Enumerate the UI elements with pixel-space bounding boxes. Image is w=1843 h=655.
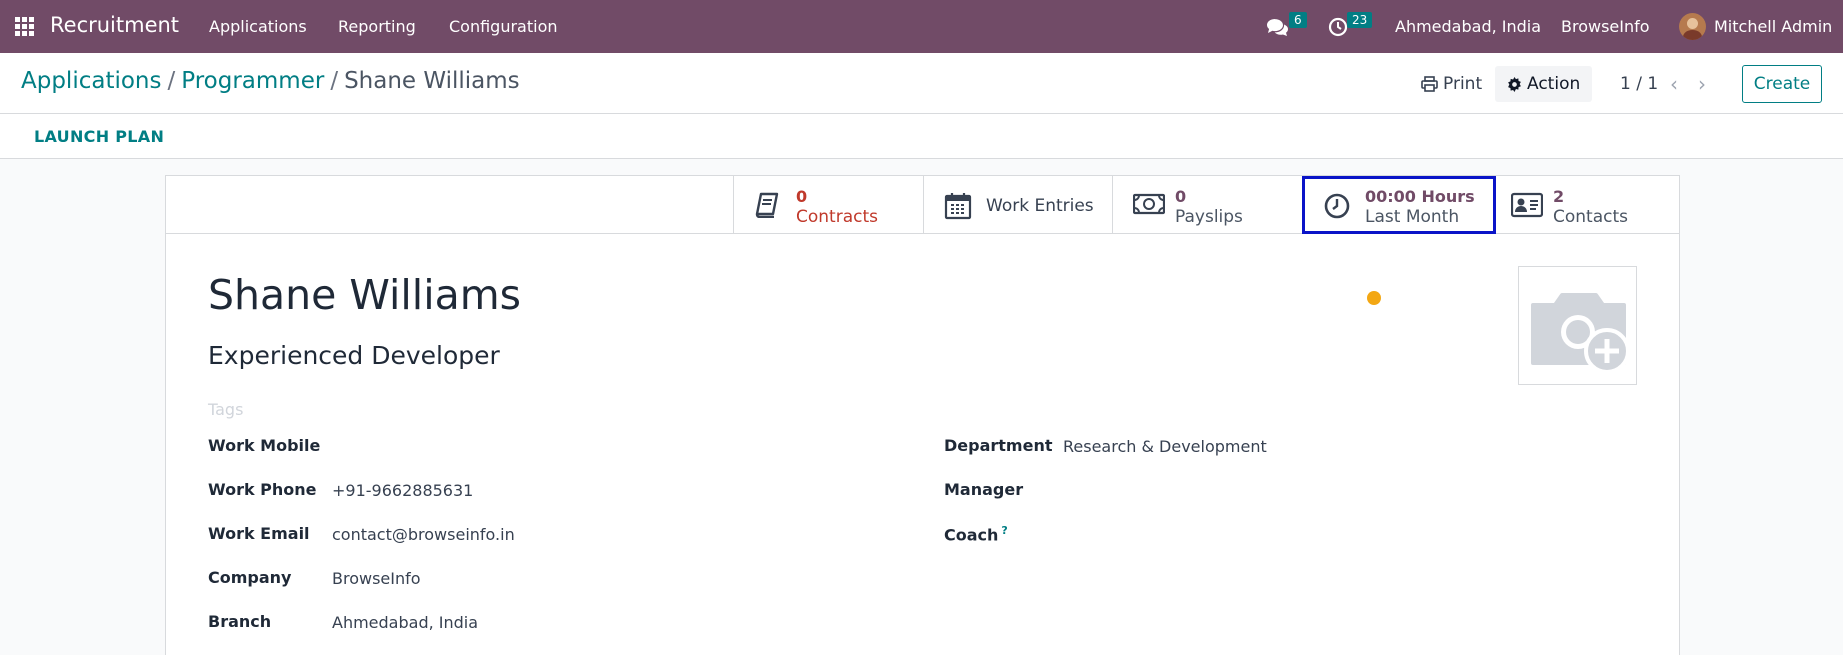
pager-next-icon[interactable]: ›: [1698, 72, 1706, 96]
contracts-smart-button[interactable]: 0 Contracts: [733, 176, 923, 234]
payslips-count: 0: [1175, 187, 1187, 206]
contacts-count: 2: [1553, 187, 1565, 206]
employee-name[interactable]: Shane Williams: [208, 271, 521, 319]
action-button[interactable]: Action: [1495, 66, 1593, 102]
activity-clock-icon[interactable]: [1328, 17, 1348, 41]
coach-label: Coach?: [944, 524, 1008, 544]
tags-input[interactable]: Tags: [208, 400, 243, 419]
hours-last-month-smart-button[interactable]: 00:00 Hours Last Month: [1302, 176, 1496, 234]
top-navbar: Recruitment Applications Reporting Confi…: [0, 0, 1843, 53]
work-entries-smart-button[interactable]: Work Entries: [923, 176, 1112, 234]
contacts-smart-button[interactable]: 2 Contacts: [1496, 176, 1679, 234]
address-card-icon: [1510, 192, 1544, 218]
department-field[interactable]: Research & Development: [1063, 437, 1267, 456]
branch-field[interactable]: Ahmedabad, India: [332, 613, 478, 632]
work-mobile-label: Work Mobile: [208, 436, 321, 455]
menu-reporting[interactable]: Reporting: [338, 17, 416, 36]
hours-label: Last Month: [1365, 207, 1460, 227]
presence-status-dot: [1367, 291, 1381, 305]
calendar-icon: [944, 192, 972, 220]
user-avatar[interactable]: [1679, 13, 1706, 40]
company-switcher[interactable]: BrowseInfo: [1561, 17, 1650, 36]
printer-icon: [1421, 76, 1438, 92]
work-entries-label: Work Entries: [986, 196, 1094, 216]
department-label: Department: [944, 436, 1053, 455]
control-panel: Applications / Programmer / Shane Williams P…: [0, 53, 1843, 114]
work-email-field[interactable]: contact@browseinfo.in: [332, 525, 515, 544]
breadcrumb: Applications / Programmer / Shane Williams: [21, 68, 520, 94]
hours-value: 00:00 Hours: [1365, 187, 1475, 206]
messages-badge: 6: [1289, 12, 1307, 28]
gear-icon: [1508, 76, 1521, 92]
branch-label: Branch: [208, 612, 272, 631]
work-phone-field[interactable]: +91-9662885631: [332, 481, 473, 500]
payslips-label: Payslips: [1175, 207, 1243, 227]
print-button[interactable]: Print: [1421, 66, 1482, 102]
work-phone-label: Work Phone: [208, 480, 317, 499]
activities-badge: 23: [1347, 12, 1373, 28]
app-name[interactable]: Recruitment: [50, 13, 179, 37]
contacts-label: Contacts: [1553, 207, 1628, 227]
job-title-field[interactable]: Experienced Developer: [208, 341, 500, 370]
messages-icon[interactable]: [1266, 17, 1290, 41]
create-button[interactable]: Create: [1742, 65, 1822, 103]
pager-previous-icon[interactable]: ‹: [1670, 72, 1678, 96]
clock-icon: [1323, 192, 1351, 219]
book-icon: [754, 192, 782, 219]
menu-configuration[interactable]: Configuration: [449, 17, 558, 36]
contracts-count: 0: [796, 187, 808, 206]
coach-help-tooltip[interactable]: ?: [1001, 524, 1007, 537]
manager-label: Manager: [944, 480, 1024, 499]
camera-add-icon: [1531, 293, 1630, 374]
money-bill-icon: [1132, 192, 1166, 218]
contracts-label: Contracts: [796, 207, 878, 227]
company-label: Company: [208, 568, 292, 587]
employee-photo[interactable]: [1518, 266, 1637, 385]
launch-plan-button[interactable]: LAUNCH PLAN: [34, 127, 164, 146]
payslips-smart-button[interactable]: 0 Payslips: [1112, 176, 1302, 234]
breadcrumb-applications[interactable]: Applications: [21, 68, 162, 94]
print-label: Print: [1443, 74, 1483, 94]
user-menu[interactable]: Mitchell Admin: [1714, 17, 1832, 36]
form-statusbar: LAUNCH PLAN: [0, 114, 1843, 159]
apps-grid-icon[interactable]: [15, 17, 34, 36]
company-field[interactable]: BrowseInfo: [332, 569, 421, 588]
coach-label-text: Coach: [944, 525, 999, 545]
pager-value[interactable]: 1 / 1: [1620, 74, 1658, 94]
location-switcher[interactable]: Ahmedabad, India: [1395, 17, 1541, 36]
breadcrumb-current: Shane Williams: [344, 68, 520, 94]
form-sheet: 0 Contracts Work Entries 0 Payslips 00:0…: [165, 175, 1680, 655]
action-label: Action: [1527, 74, 1581, 94]
work-email-label: Work Email: [208, 524, 310, 543]
breadcrumb-programmer[interactable]: Programmer: [181, 68, 324, 94]
menu-applications[interactable]: Applications: [209, 17, 307, 36]
smart-button-box: 0 Contracts Work Entries 0 Payslips 00:0…: [166, 176, 1679, 234]
